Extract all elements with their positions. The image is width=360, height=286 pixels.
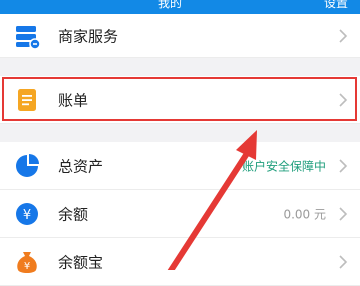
chevron-right-icon: [339, 158, 348, 173]
list-item-total-assets[interactable]: 总资产 账户安全保障中: [0, 142, 360, 190]
chevron-right-icon: [339, 254, 348, 269]
bill-document-icon: [18, 88, 36, 111]
menu-item-label: 余额: [58, 205, 89, 223]
svg-text:¥: ¥: [23, 208, 31, 223]
section-gap: [0, 58, 360, 76]
yen-coin-icon: ¥: [16, 202, 38, 225]
chevron-right-icon: [339, 206, 348, 221]
app-header: 我的 设置: [0, 0, 360, 14]
merchant-server-icon: [16, 25, 41, 50]
chevron-right-icon: [339, 28, 348, 43]
menu-list: 商家服务 账单 总资产 账户安全保障中 ¥ 余额 0.00 元 ¥ 余额宝: [0, 14, 360, 286]
settings-link[interactable]: 设置: [324, 0, 348, 11]
chevron-right-icon: [339, 92, 348, 107]
security-status-text: 账户安全保障中: [241, 159, 326, 173]
menu-item-label: 余额宝: [58, 253, 104, 271]
list-item-merchant-service[interactable]: 商家服务: [0, 14, 360, 58]
list-item-balance[interactable]: ¥ 余额 0.00 元: [0, 190, 360, 238]
list-item-bill[interactable]: 账单: [0, 76, 360, 124]
section-gap: [0, 124, 360, 142]
list-item-yuebao[interactable]: ¥ 余额宝: [0, 238, 360, 286]
menu-item-label: 商家服务: [58, 27, 119, 45]
menu-item-label: 总资产: [58, 157, 104, 175]
money-bag-icon: ¥: [17, 251, 37, 273]
menu-item-label: 账单: [58, 91, 89, 109]
balance-amount: 0.00 元: [283, 207, 326, 221]
page-title: 我的: [158, 0, 183, 10]
pie-chart-icon: [16, 153, 39, 177]
